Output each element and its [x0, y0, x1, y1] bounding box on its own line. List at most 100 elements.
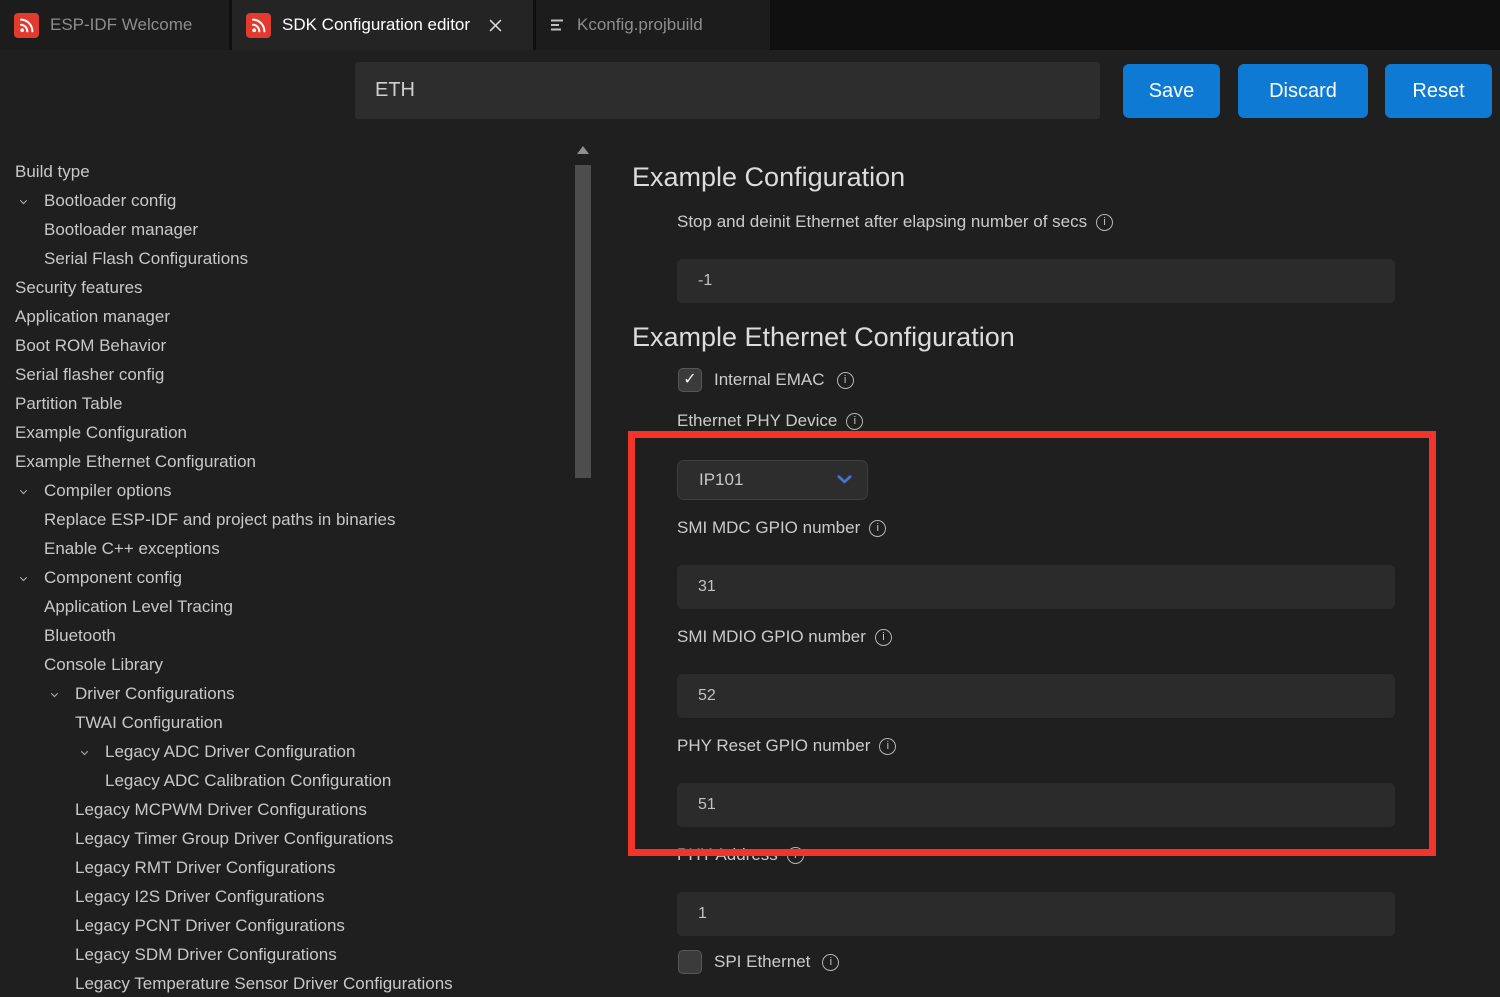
sidebar-item-label: Legacy Timer Group Driver Configurations — [75, 824, 393, 853]
smi-mdc-gpio-number-input[interactable] — [677, 565, 1395, 609]
info-icon[interactable]: i — [846, 413, 863, 430]
sidebar-item-legacy-sdm-driver-configurations[interactable]: Legacy SDM Driver Configurations — [0, 940, 575, 969]
sidebar-item-label: Serial Flash Configurations — [44, 244, 248, 273]
tab-sdk-configuration-editor[interactable]: SDK Configuration editor — [232, 0, 533, 50]
sidebar-item-label: Boot ROM Behavior — [15, 331, 166, 360]
sidebar-item-example-ethernet-configuration[interactable]: Example Ethernet Configuration — [0, 447, 575, 476]
tab-label: SDK Configuration editor — [282, 15, 470, 35]
sidebar-item-driver-configurations[interactable]: Driver Configurations — [0, 679, 575, 708]
sidebar-item-security-features[interactable]: Security features — [0, 273, 575, 302]
field-label-stop-and-deinit-ethernet-after-elapsing-number-of-secs: Stop and deinit Ethernet after elapsing … — [677, 211, 1422, 233]
sidebar-item-label: Replace ESP-IDF and project paths in bin… — [44, 505, 396, 534]
internal-emac-checkbox[interactable]: ✓ — [678, 368, 702, 392]
spi-ethernet-checkbox[interactable] — [678, 950, 702, 974]
sidebar-item-build-type[interactable]: Build type — [0, 157, 575, 186]
sidebar-item-label: Bluetooth — [44, 621, 116, 650]
tab-kconfig-projbuild[interactable]: Kconfig.projbuild — [536, 0, 770, 50]
section-heading-component-config: Component config — [632, 992, 1422, 997]
info-icon[interactable]: i — [879, 738, 896, 755]
sidebar-scrollbar[interactable] — [575, 165, 591, 478]
tab-label: Kconfig.projbuild — [577, 15, 703, 35]
discard-button[interactable]: Discard — [1238, 64, 1368, 118]
tab-bar: ESP-IDF Welcome SDK Configuration editor… — [0, 0, 1500, 50]
info-icon[interactable]: i — [787, 847, 804, 864]
spi-ethernet-checkbox-row: SPI Etherneti — [678, 949, 1422, 975]
section-heading-example-configuration: Example Configuration — [632, 160, 1422, 194]
sidebar-item-application-level-tracing[interactable]: Application Level Tracing — [0, 592, 575, 621]
sidebar-item-bluetooth[interactable]: Bluetooth — [0, 621, 575, 650]
field-label-text: PHY Reset GPIO number — [677, 735, 870, 757]
sidebar-item-compiler-options[interactable]: Compiler options — [0, 476, 575, 505]
sidebar-item-example-configuration[interactable]: Example Configuration — [0, 418, 575, 447]
sidebar-item-application-manager[interactable]: Application manager — [0, 302, 575, 331]
config-tree: Build typeBootloader configBootloader ma… — [0, 157, 575, 997]
sidebar-item-label: TWAI Configuration — [75, 708, 223, 737]
sidebar-item-label: Security features — [15, 273, 143, 302]
sidebar-item-replace-esp-idf-and-project-paths-in-binaries[interactable]: Replace ESP-IDF and project paths in bin… — [0, 505, 575, 534]
sidebar-item-legacy-adc-calibration-configuration[interactable]: Legacy ADC Calibration Configuration — [0, 766, 575, 795]
internal-emac-checkbox-row: ✓Internal EMACi — [678, 367, 1422, 393]
field-label-smi-mdio-gpio-number: SMI MDIO GPIO numberi — [677, 626, 1422, 648]
sidebar-item-legacy-timer-group-driver-configurations[interactable]: Legacy Timer Group Driver Configurations — [0, 824, 575, 853]
sidebar-item-label: Application Level Tracing — [44, 592, 233, 621]
chevron-down-icon[interactable] — [17, 565, 30, 594]
field-label-ethernet-phy-device: Ethernet PHY Devicei — [677, 410, 1422, 432]
sidebar-item-partition-table[interactable]: Partition Table — [0, 389, 575, 418]
sidebar-item-label: Enable C++ exceptions — [44, 534, 220, 563]
smi-mdio-gpio-number-input[interactable] — [677, 674, 1395, 718]
info-icon[interactable]: i — [875, 629, 892, 646]
chevron-down-icon[interactable] — [78, 739, 91, 768]
sidebar-item-legacy-i2s-driver-configurations[interactable]: Legacy I2S Driver Configurations — [0, 882, 575, 911]
stop-deinit-secs-input[interactable] — [677, 259, 1395, 303]
sidebar-item-label: Driver Configurations — [75, 679, 235, 708]
sdk-configuration-editor-window: ESP-IDF Welcome SDK Configuration editor… — [0, 0, 1500, 997]
field-label-text: SMI MDC GPIO number — [677, 517, 860, 539]
sidebar-item-label: Console Library — [44, 650, 163, 679]
esp-idf-logo-icon — [246, 13, 271, 38]
sidebar-item-legacy-temperature-sensor-driver-configurations[interactable]: Legacy Temperature Sensor Driver Configu… — [0, 969, 575, 997]
info-icon[interactable]: i — [1096, 214, 1113, 231]
sidebar-item-console-library[interactable]: Console Library — [0, 650, 575, 679]
ethernet-phy-device-select[interactable]: IP101 — [677, 460, 868, 500]
close-icon[interactable] — [489, 19, 502, 32]
sidebar-item-boot-rom-behavior[interactable]: Boot ROM Behavior — [0, 331, 575, 360]
sidebar-item-serial-flash-configurations[interactable]: Serial Flash Configurations — [0, 244, 575, 273]
phy-address-input[interactable] — [677, 892, 1395, 936]
info-icon[interactable]: i — [869, 520, 886, 537]
sidebar-item-serial-flasher-config[interactable]: Serial flasher config — [0, 360, 575, 389]
info-icon[interactable]: i — [837, 372, 854, 389]
sidebar-item-legacy-mcpwm-driver-configurations[interactable]: Legacy MCPWM Driver Configurations — [0, 795, 575, 824]
sidebar-item-label: Bootloader config — [44, 186, 176, 215]
sidebar-item-twai-configuration[interactable]: TWAI Configuration — [0, 708, 575, 737]
sidebar-item-bootloader-manager[interactable]: Bootloader manager — [0, 215, 575, 244]
search-input[interactable] — [355, 62, 1100, 119]
sidebar-item-label: Compiler options — [44, 476, 172, 505]
sidebar-item-label: Bootloader manager — [44, 215, 198, 244]
sidebar-item-label: Legacy MCPWM Driver Configurations — [75, 795, 367, 824]
sidebar-item-enable-c-exceptions[interactable]: Enable C++ exceptions — [0, 534, 575, 563]
info-icon[interactable]: i — [822, 954, 839, 971]
chevron-down-icon[interactable] — [17, 478, 30, 507]
reset-button[interactable]: Reset — [1385, 64, 1492, 118]
sidebar-item-legacy-pcnt-driver-configurations[interactable]: Legacy PCNT Driver Configurations — [0, 911, 575, 940]
chevron-down-icon[interactable] — [48, 681, 61, 710]
sidebar-item-bootloader-config[interactable]: Bootloader config — [0, 186, 575, 215]
scrollbar-up-arrow[interactable] — [577, 146, 589, 154]
save-button[interactable]: Save — [1123, 64, 1220, 118]
phy-reset-gpio-number-input[interactable] — [677, 783, 1395, 827]
sidebar-item-legacy-adc-driver-configuration[interactable]: Legacy ADC Driver Configuration — [0, 737, 575, 766]
field-label-smi-mdc-gpio-number: SMI MDC GPIO number i — [677, 517, 1422, 539]
tab-esp-idf-welcome[interactable]: ESP-IDF Welcome — [0, 0, 229, 50]
sidebar-item-label: Legacy I2S Driver Configurations — [75, 882, 324, 911]
sidebar-item-label: Example Configuration — [15, 418, 187, 447]
sidebar-item-label: Legacy RMT Driver Configurations — [75, 853, 335, 882]
sidebar-item-component-config[interactable]: Component config — [0, 563, 575, 592]
sidebar-item-label: Component config — [44, 563, 182, 592]
sidebar-item-label: Legacy ADC Driver Configuration — [105, 737, 355, 766]
sidebar-item-label: Legacy Temperature Sensor Driver Configu… — [75, 969, 453, 997]
field-label-phy-address: PHY Addressi — [677, 844, 1422, 866]
chevron-down-icon[interactable] — [17, 188, 30, 217]
sidebar-item-label: Legacy PCNT Driver Configurations — [75, 911, 345, 940]
sidebar-item-legacy-rmt-driver-configurations[interactable]: Legacy RMT Driver Configurations — [0, 853, 575, 882]
sidebar-item-label: Partition Table — [15, 389, 122, 418]
